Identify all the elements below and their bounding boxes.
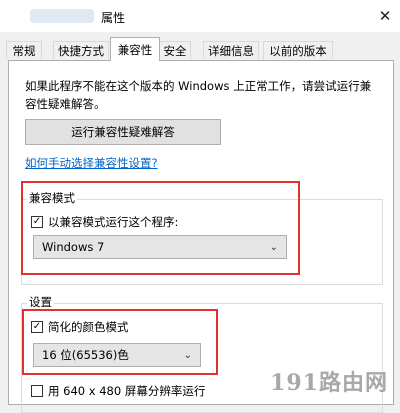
highlight-color-mode (22, 309, 218, 375)
checkbox-unchecked-icon[interactable] (31, 385, 43, 397)
tab-bar: 常规 快捷方式 兼容性 安全 详细信息 以前的版本 (0, 32, 400, 61)
highlight-compat-mode (21, 181, 300, 275)
blurred-filename (30, 9, 94, 23)
title-bar: 属性 ✕ (0, 0, 400, 32)
tab-general[interactable]: 常规 (6, 41, 42, 59)
settings-title: 设置 (27, 294, 54, 310)
compat-description: 如果此程序不能在这个版本的 Windows 上正常工作，请尝试运行兼容性疑难解答… (25, 79, 372, 111)
manual-settings-link[interactable]: 如何手动选择兼容性设置? (25, 155, 158, 171)
close-icon[interactable]: ✕ (370, 0, 400, 32)
tab-security[interactable]: 安全 (159, 41, 191, 59)
window-title: 属性 (101, 11, 126, 25)
tab-details[interactable]: 详细信息 (203, 41, 259, 59)
troubleshoot-button[interactable]: 运行兼容性疑难解答 (25, 119, 221, 145)
resolution-checkbox-row[interactable]: 用 640 x 480 屏幕分辨率运行 (31, 383, 205, 399)
tab-previous-versions[interactable]: 以前的版本 (263, 41, 333, 59)
watermark-logo: 191路由网 (270, 370, 388, 396)
tab-compatibility[interactable]: 兼容性 (110, 37, 160, 61)
resolution-label: 用 640 x 480 屏幕分辨率运行 (48, 384, 206, 398)
tab-shortcut[interactable]: 快捷方式 (53, 41, 109, 59)
